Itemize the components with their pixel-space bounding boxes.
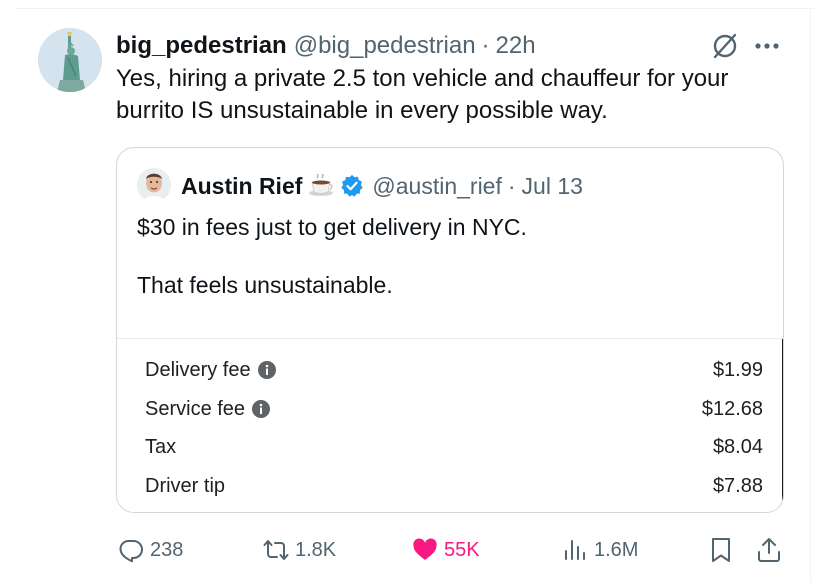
quoted-separator: ·: [507, 172, 516, 199]
views-icon: [565, 540, 585, 560]
info-icon: [257, 361, 276, 379]
fee-amount: $8.04: [712, 435, 763, 458]
repost-icon: [263, 540, 289, 560]
coffee-emoji-icon: [309, 174, 334, 196]
header-separator: ·: [481, 32, 490, 59]
fee-label: Delivery fee: [145, 358, 251, 381]
like-button[interactable]: 55K: [412, 536, 480, 564]
fee-row: Service fee $12.68: [145, 394, 763, 424]
more-icon[interactable]: [754, 36, 780, 56]
fee-row: Driver tip $7.88: [145, 471, 763, 501]
author-name[interactable]: big_pedestrian: [116, 32, 287, 60]
reply-icon: [119, 540, 143, 563]
fee-row: Tax $8.04: [145, 432, 763, 462]
views-count: 1.6M: [594, 538, 639, 561]
statue-of-liberty-image: [38, 28, 102, 92]
face-image: [137, 168, 171, 202]
repost-button[interactable]: 1.8K: [263, 536, 336, 564]
views-button[interactable]: 1.6M: [562, 536, 638, 564]
quoted-tweet[interactable]: Austin Rief @austin_rief · Jul 13 $30 in…: [116, 147, 784, 513]
fee-amount: $7.88: [712, 474, 763, 497]
fee-label: Tax: [145, 435, 177, 458]
quoted-header: Austin Rief @austin_rief · Jul 13: [181, 170, 583, 202]
author-handle[interactable]: @big_pedestrian: [294, 32, 476, 60]
quoted-text-line-2: That feels unsustainable.: [137, 272, 393, 298]
info-icon: [252, 400, 271, 418]
reply-count: 238: [150, 538, 184, 561]
fee-amount: $1.99: [712, 358, 763, 381]
top-divider: [16, 8, 814, 9]
quoted-media-receipt[interactable]: Delivery fee $1.99 Service fee $12.68 Ta…: [117, 338, 783, 512]
quoted-author-avatar[interactable]: [137, 168, 171, 202]
quoted-text-line-1: $30 in fees just to get delivery in NYC.: [137, 214, 527, 240]
reply-button[interactable]: 238: [118, 536, 183, 564]
grok-icon[interactable]: [710, 31, 740, 61]
tweet-header: big_pedestrian @big_pedestrian · 22h: [116, 31, 536, 61]
quoted-author-name[interactable]: Austin Rief: [181, 173, 302, 200]
quoted-date[interactable]: Jul 13: [522, 173, 583, 200]
fee-label: Driver tip: [145, 474, 226, 497]
right-divider: [810, 8, 811, 582]
quoted-text: $30 in fees just to get delivery in NYC.…: [137, 212, 757, 300]
bookmark-icon[interactable]: [708, 536, 734, 564]
fee-row: Delivery fee $1.99: [145, 355, 763, 385]
verified-icon: [341, 175, 363, 197]
tweet-text: Yes, hiring a private 2.5 ton vehicle an…: [116, 65, 729, 124]
quoted-author-handle[interactable]: @austin_rief: [372, 173, 501, 200]
fee-amount: $12.68: [701, 397, 763, 420]
repost-count: 1.8K: [295, 538, 337, 561]
tweet-time[interactable]: 22h: [496, 32, 536, 60]
share-icon[interactable]: [756, 536, 782, 564]
action-bar: 238 1.8K 55K 1.6M: [116, 530, 786, 570]
like-count: 55K: [444, 538, 480, 561]
heart-icon: [413, 538, 437, 560]
author-avatar[interactable]: [38, 28, 102, 92]
fee-label: Service fee: [145, 397, 246, 420]
